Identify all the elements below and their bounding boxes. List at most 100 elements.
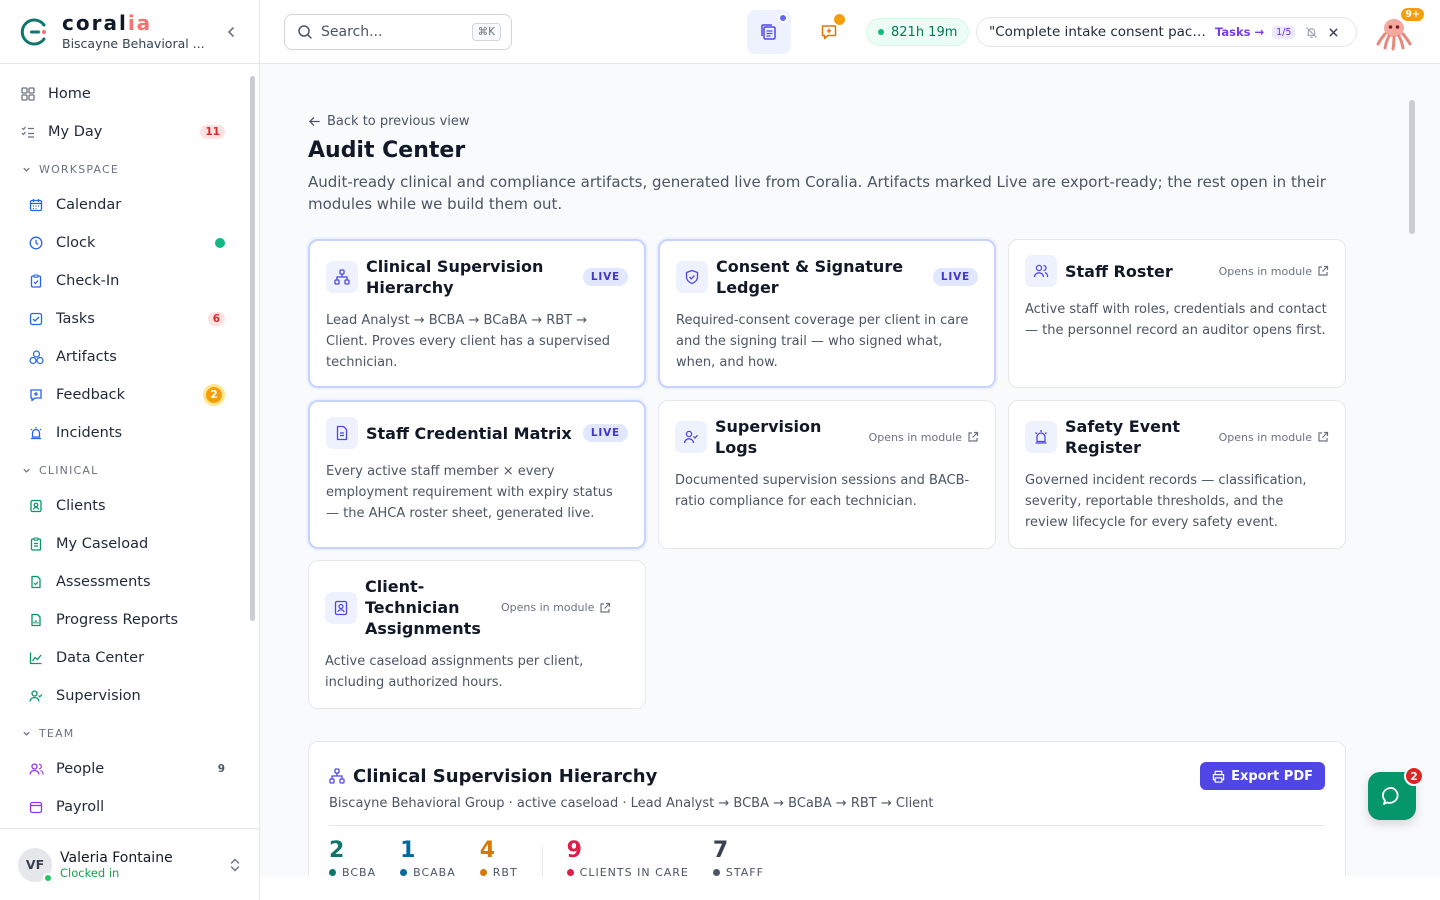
- avatar-initials: VF: [25, 857, 45, 872]
- sidebar-item-label: Artifacts: [56, 349, 117, 365]
- opens-label: Opens in module: [1218, 430, 1312, 444]
- artifact-card-supervision-logs[interactable]: Supervision Logs Opens in module Documen…: [658, 400, 996, 549]
- sidebar-item-my-caseload[interactable]: My Caseload: [0, 525, 251, 563]
- section-title: WORKSPACE: [39, 162, 120, 176]
- section-header-workspace[interactable]: WORKSPACE: [0, 152, 251, 186]
- section-header-team[interactable]: TEAM: [0, 716, 251, 750]
- sidebar-item-supervision[interactable]: Supervision: [0, 677, 251, 715]
- mute-bell-icon[interactable]: [1305, 26, 1318, 39]
- supervision-hierarchy-panel: Clinical Supervision Hierarchy Export PD…: [308, 741, 1346, 876]
- panel-subtitle: Biscayne Behavioral Group · active casel…: [329, 796, 1325, 826]
- sidebar-item-check-in[interactable]: Check-In: [0, 262, 251, 300]
- sidebar-item-data-center[interactable]: Data Center: [0, 639, 251, 677]
- checkbox-icon: [28, 311, 44, 327]
- sidebar-item-clock[interactable]: Clock: [0, 224, 251, 262]
- opens-in-module-link[interactable]: Opens in module: [869, 431, 979, 444]
- sidebar-item-label: Feedback: [56, 387, 126, 403]
- sidebar-item-tasks[interactable]: Tasks 6: [0, 300, 251, 338]
- user-menu[interactable]: VF Valeria Fontaine Clocked in: [0, 828, 259, 900]
- feedback-button[interactable]: [807, 10, 851, 54]
- opens-label: Opens in module: [868, 430, 962, 444]
- sidebar-item-artifacts[interactable]: Artifacts: [0, 338, 251, 376]
- line-chart-icon: [28, 650, 44, 666]
- external-link-icon: [968, 431, 979, 442]
- search-box[interactable]: ⌘K: [284, 14, 512, 50]
- sidebar-item-my-day[interactable]: My Day 11: [0, 113, 251, 151]
- notes-button[interactable]: [747, 10, 791, 54]
- artifact-card-staff-credential-matrix[interactable]: Staff Credential Matrix LIVE Every activ…: [308, 400, 646, 549]
- artifact-card-clinical-supervision-hierarchy[interactable]: Clinical Supervision Hierarchy LIVE Lead…: [308, 239, 646, 388]
- sidebar-item-payroll[interactable]: Payroll: [0, 788, 251, 826]
- artifact-card-client-technician-assignments[interactable]: Client-Technician Assignments Opens in m…: [308, 560, 646, 709]
- chevron-up-down-icon[interactable]: [229, 857, 241, 873]
- export-pdf-label: Export PDF: [1231, 768, 1313, 784]
- profile-avatar-button[interactable]: 9+: [1374, 8, 1424, 52]
- calendar-icon: [28, 197, 44, 213]
- hierarchy-icon: [326, 261, 358, 293]
- back-link-label: Back to previous view: [327, 114, 470, 129]
- export-pdf-button[interactable]: Export PDF: [1200, 762, 1325, 790]
- sidebar-item-clients[interactable]: Clients: [0, 487, 251, 525]
- current-task-text: "Complete intake consent pack...: [989, 24, 1207, 40]
- stat-dot: [329, 869, 336, 876]
- close-icon[interactable]: [1328, 27, 1339, 38]
- tasks-count-badge: 6: [207, 312, 225, 326]
- file-check-icon: [28, 574, 44, 590]
- notes-indicator-dot: [778, 13, 788, 23]
- stat-dot: [479, 869, 487, 876]
- sidebar-item-people[interactable]: People 9: [0, 750, 251, 788]
- clock-timer[interactable]: 821h 19m: [866, 18, 970, 46]
- sidebar-nav: Home My Day 11 WORKSPACE Calendar Clock …: [0, 64, 251, 828]
- page-title: Audit Center: [308, 138, 466, 163]
- artifact-card-consent-signature-ledger[interactable]: Consent & Signature Ledger LIVE Required…: [658, 239, 996, 388]
- chevron-down-icon: [23, 468, 30, 473]
- main-content: Back to previous view Audit Center Audit…: [260, 64, 1440, 876]
- artifact-card-staff-roster[interactable]: Staff Roster Opens in module Active staf…: [1008, 239, 1346, 388]
- sidebar-item-label: My Day: [48, 124, 103, 140]
- sidebar-item-assessments[interactable]: Assessments: [0, 563, 251, 601]
- collapse-sidebar-button[interactable]: [221, 22, 241, 42]
- my-day-count-badge: 11: [200, 125, 225, 139]
- chat-button[interactable]: 2: [1368, 766, 1424, 820]
- user-check-icon: [675, 421, 707, 453]
- wallet-icon: [28, 799, 44, 815]
- back-link[interactable]: Back to previous view: [308, 114, 470, 129]
- external-link-icon: [1318, 265, 1329, 276]
- chat-bubble-icon: [1382, 787, 1399, 805]
- sidebar: coralia Biscayne Behavioral ... Home My …: [0, 0, 260, 900]
- section-title: TEAM: [39, 726, 75, 740]
- sidebar-item-calendar[interactable]: Calendar: [0, 186, 251, 224]
- search-input[interactable]: [321, 24, 472, 40]
- id-badge-icon: [28, 498, 44, 514]
- opens-in-module-link[interactable]: Opens in module: [1219, 431, 1329, 444]
- sidebar-item-incidents[interactable]: Incidents: [0, 414, 251, 452]
- opens-in-module-link[interactable]: Opens in module: [1219, 265, 1329, 278]
- user-info: Valeria Fontaine Clocked in: [60, 850, 173, 880]
- sidebar-item-progress-reports[interactable]: Progress Reports: [0, 601, 251, 639]
- card-description: Every active staff member × every employ…: [326, 464, 613, 521]
- clock-icon: [28, 235, 44, 251]
- page-description: Audit-ready clinical and compliance arti…: [308, 173, 1326, 213]
- sidebar-item-label: Clock: [56, 235, 96, 251]
- chevron-left-icon: [227, 27, 234, 37]
- current-task-pill[interactable]: "Complete intake consent pack... Tasks →…: [976, 17, 1357, 47]
- clipboard-list-icon: [28, 536, 44, 552]
- sidebar-item-label: Assessments: [56, 574, 151, 590]
- stat-label: RBT: [492, 866, 518, 876]
- main-scrollbar[interactable]: [1409, 100, 1415, 234]
- clocked-in-status-dot: [215, 238, 225, 248]
- opens-label: Opens in module: [501, 601, 595, 614]
- card-title: Supervision Logs: [715, 417, 822, 457]
- card-description: Documented supervision sessions and BACB…: [675, 473, 970, 509]
- notes-stack-icon: [761, 24, 776, 40]
- artifact-card-safety-event-register[interactable]: Safety Event Register Opens in module Go…: [1008, 400, 1346, 549]
- tasks-link[interactable]: Tasks →: [1215, 25, 1264, 39]
- opens-in-module-link[interactable]: Opens in module: [501, 601, 611, 614]
- users-icon: [28, 761, 44, 777]
- top-bar: ⌘K 821h 19m "Complete intake consent pac…: [260, 0, 1440, 64]
- sidebar-item-feedback[interactable]: Feedback 2: [0, 376, 251, 414]
- section-header-clinical[interactable]: CLINICAL: [0, 453, 251, 487]
- sidebar-scrollbar[interactable]: [250, 76, 255, 621]
- sidebar-item-label: Clients: [56, 498, 106, 514]
- sidebar-item-home[interactable]: Home: [0, 75, 251, 113]
